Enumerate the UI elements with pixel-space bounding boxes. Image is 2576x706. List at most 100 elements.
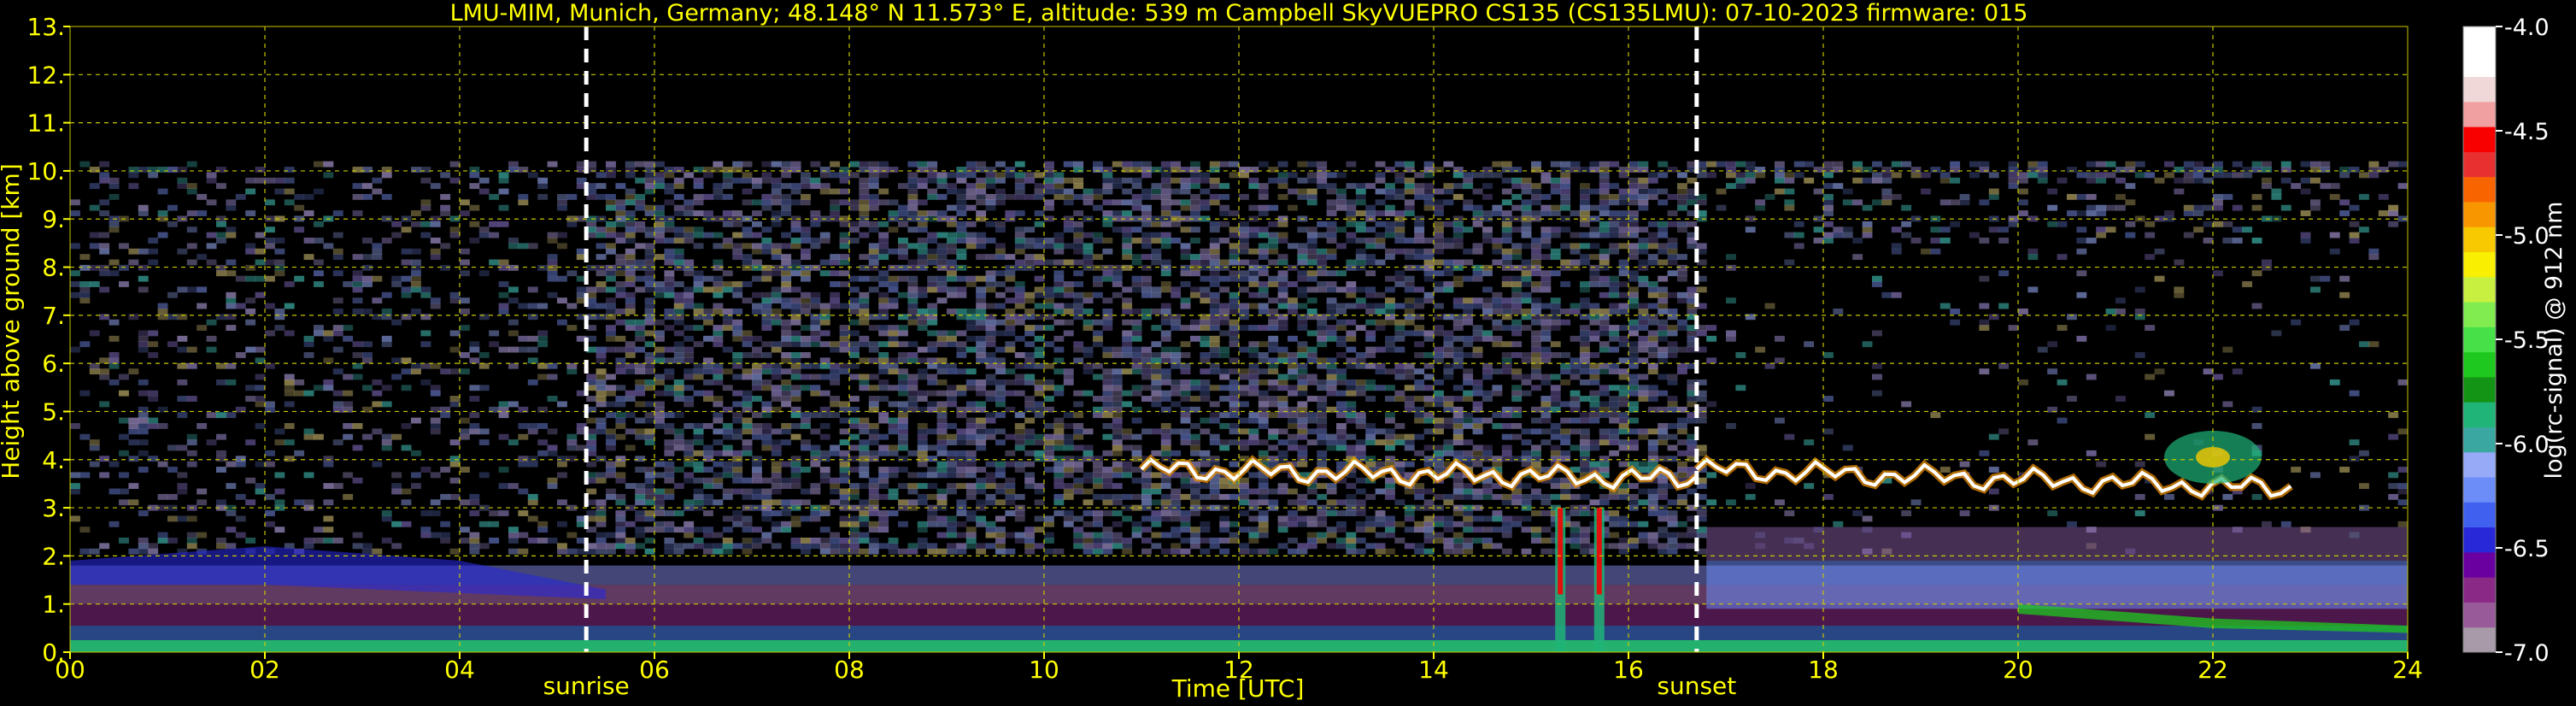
signal-cell	[995, 412, 1006, 419]
signal-cell	[810, 330, 821, 337]
signal-cell	[167, 467, 178, 473]
signal-cell	[1540, 177, 1552, 184]
signal-cell	[606, 390, 616, 397]
signal-cell	[226, 227, 237, 233]
signal-cell	[976, 444, 987, 451]
signal-cell	[1122, 264, 1133, 271]
signal-cell	[625, 248, 636, 255]
signal-cell	[644, 499, 655, 506]
signal-cell	[1248, 515, 1259, 522]
signal-cell	[956, 499, 967, 506]
signal-cell	[1306, 188, 1317, 195]
signal-cell	[1053, 477, 1065, 484]
signal-cell	[965, 532, 977, 538]
signal-cell	[936, 444, 948, 451]
signal-cell	[907, 396, 918, 402]
signal-cell	[1209, 270, 1220, 277]
signal-cell	[771, 161, 782, 168]
signal-cell	[790, 341, 801, 348]
signal-cell	[1112, 422, 1123, 429]
signal-cell	[606, 308, 616, 315]
signal-cell	[1239, 238, 1249, 244]
signal-cell	[956, 412, 967, 419]
signal-cell	[1570, 374, 1581, 380]
signal-cell	[1151, 396, 1162, 402]
signal-cell	[352, 362, 363, 369]
signal-cell	[878, 477, 889, 484]
signal-cell	[771, 510, 782, 516]
signal-cell	[917, 264, 928, 271]
signal-cell	[1297, 385, 1308, 391]
signal-cell	[119, 433, 129, 440]
signal-cell	[976, 238, 987, 244]
signal-cell	[1229, 385, 1240, 391]
signal-cell	[956, 286, 967, 293]
signal-cell	[1511, 341, 1523, 348]
signal-cell	[1131, 308, 1142, 315]
signal-cell	[314, 325, 324, 331]
signal-cell	[352, 183, 363, 190]
signal-cell	[186, 259, 197, 266]
signal-cell	[1326, 362, 1337, 369]
signal-cell	[830, 303, 841, 309]
signal-cell	[1511, 374, 1523, 380]
signal-cell	[819, 456, 830, 462]
signal-cell	[810, 456, 821, 462]
signal-cell	[684, 232, 695, 238]
signal-cell	[615, 422, 626, 429]
signal-cell	[401, 275, 412, 282]
signal-cell	[635, 319, 646, 326]
signal-cell	[1540, 527, 1552, 533]
signal-cell	[177, 444, 188, 451]
signal-cell	[1375, 303, 1386, 309]
signal-cell	[1511, 390, 1523, 397]
signal-cell	[469, 183, 480, 190]
signal-cell	[177, 335, 188, 342]
signal-cell	[1404, 204, 1415, 211]
signal-cell	[635, 499, 646, 506]
signal-cell	[1297, 412, 1308, 419]
signal-cell	[362, 193, 373, 200]
signal-cell	[615, 499, 626, 506]
signal-cell	[1443, 243, 1454, 250]
signal-cell	[664, 291, 675, 298]
signal-cell	[1268, 297, 1279, 304]
signal-cell	[703, 510, 713, 516]
signal-cell	[956, 330, 967, 337]
signal-cell	[1219, 527, 1230, 533]
signal-cell	[1394, 433, 1405, 440]
signal-cell	[830, 401, 841, 408]
signal-cell	[947, 183, 957, 190]
signal-cell	[1550, 444, 1561, 451]
signal-cell	[1297, 243, 1308, 250]
signal-cell	[109, 177, 120, 184]
signal-cell	[226, 483, 237, 490]
signal-cell	[703, 232, 713, 238]
signal-cell	[1521, 390, 1532, 397]
signal-cell	[849, 456, 860, 462]
signal-cell	[878, 291, 889, 298]
signal-cell	[460, 467, 470, 473]
signal-cell	[1122, 167, 1133, 173]
signal-cell	[1073, 532, 1084, 538]
signal-cell	[1482, 193, 1493, 200]
signal-cell	[654, 357, 665, 364]
signal-cell	[119, 537, 129, 544]
signal-cell	[1209, 177, 1220, 184]
signal-cell	[1560, 264, 1571, 271]
signal-cell	[606, 401, 616, 408]
signal-cell	[995, 428, 1006, 435]
signal-cell	[1434, 204, 1444, 211]
signal-cell	[664, 259, 675, 266]
signal-cell	[1209, 412, 1220, 419]
signal-cell	[1122, 286, 1133, 293]
signal-cell	[995, 161, 1006, 168]
signal-cell	[1540, 210, 1552, 216]
signal-cell	[625, 390, 636, 397]
signal-cell	[1570, 243, 1581, 250]
signal-cell	[1112, 543, 1123, 550]
signal-cell	[1394, 330, 1405, 337]
signal-cell	[1160, 259, 1171, 266]
signal-cell	[1102, 396, 1113, 402]
signal-cell	[226, 412, 237, 419]
